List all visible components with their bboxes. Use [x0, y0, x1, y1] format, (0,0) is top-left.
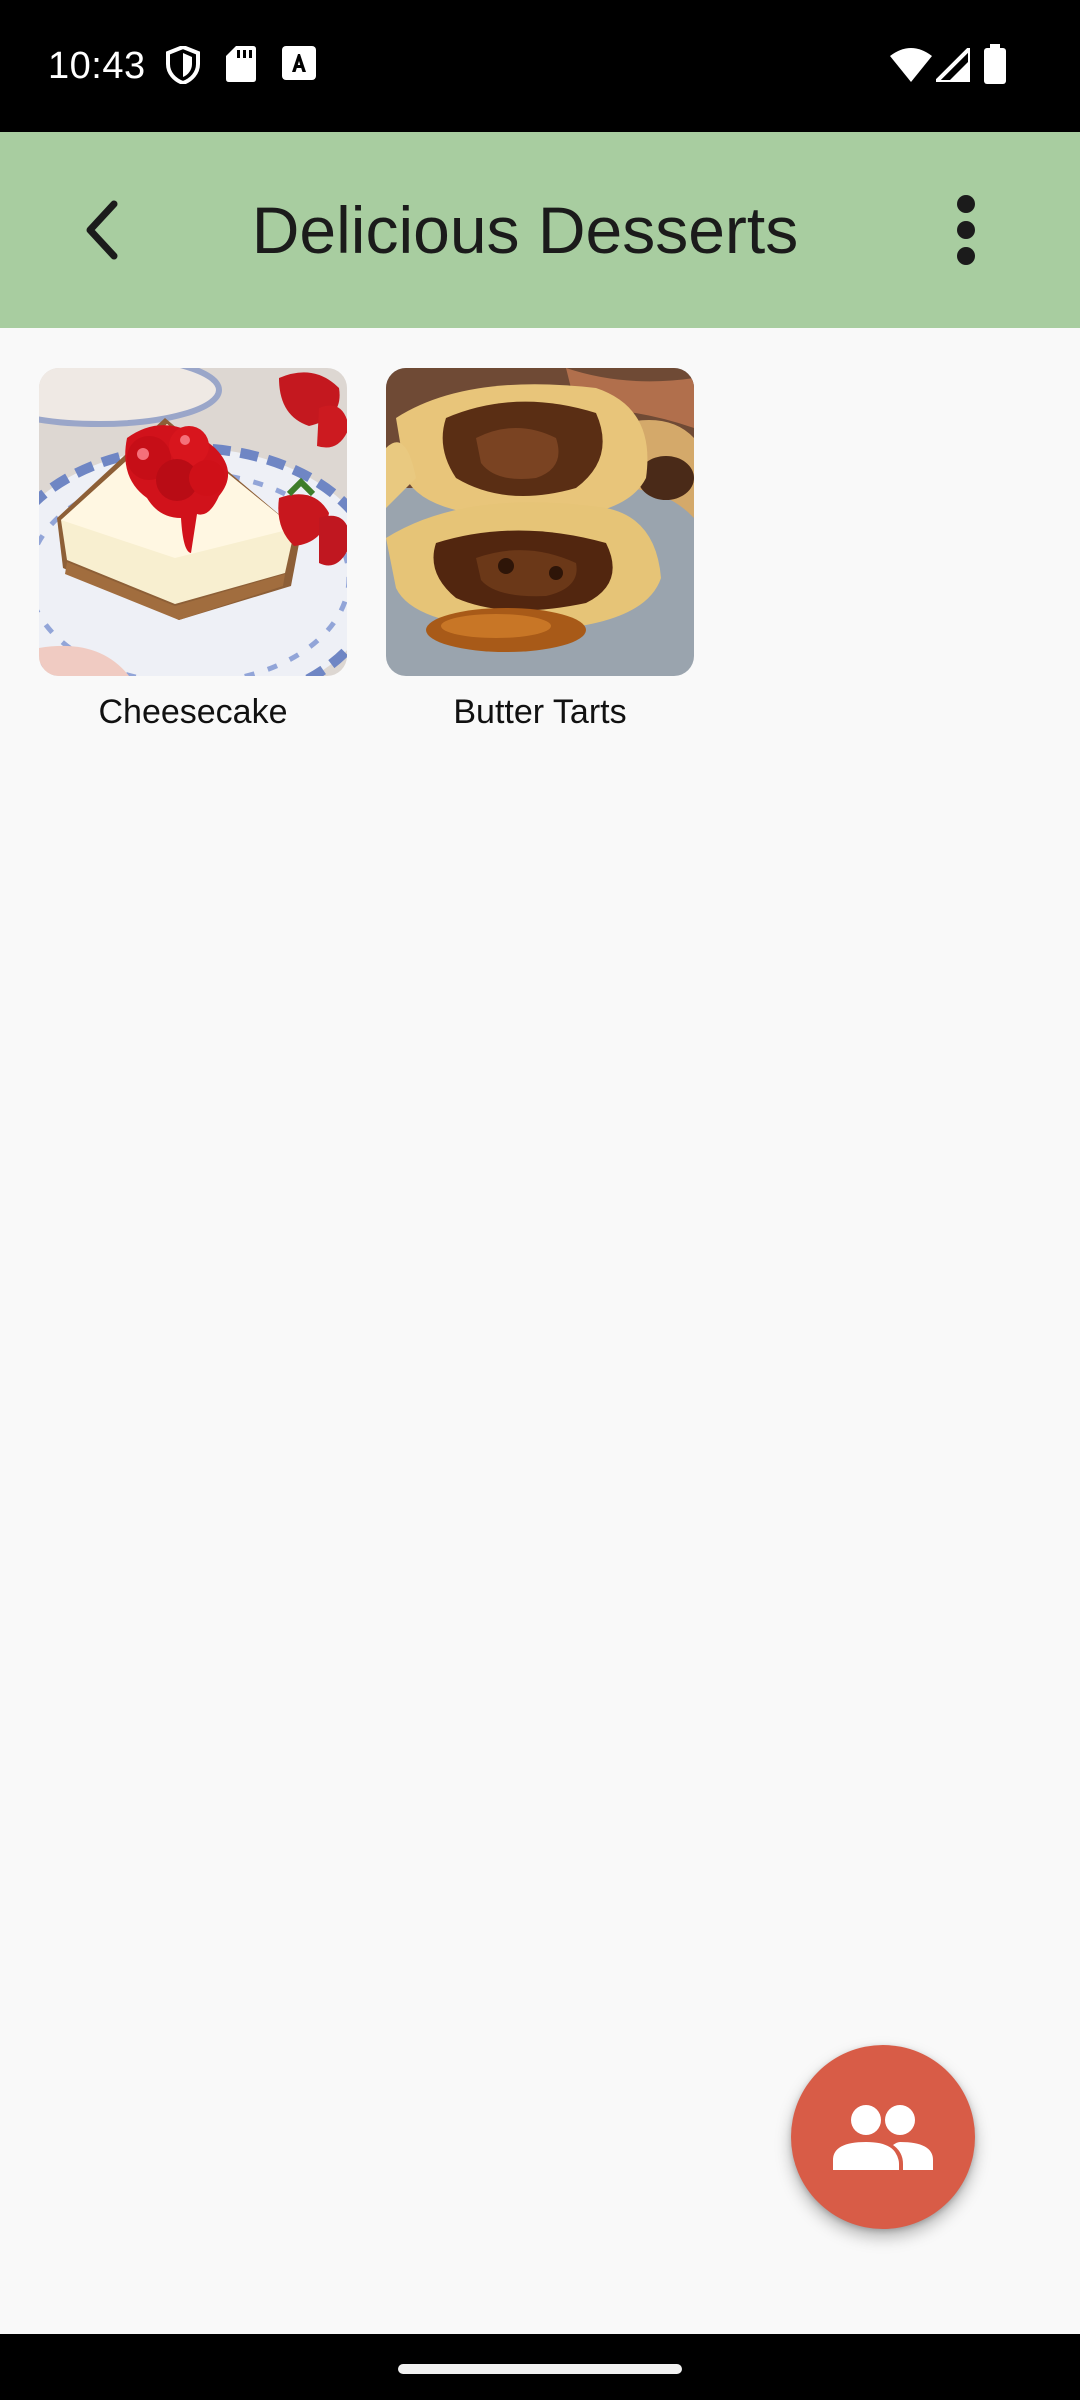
- sd-card-icon: [226, 46, 256, 82]
- dessert-label: Butter Tarts: [453, 693, 627, 731]
- top-app-bar: Delicious Desserts: [0, 132, 1080, 328]
- more-options-button[interactable]: [918, 182, 1014, 278]
- more-vert-icon: [957, 195, 975, 265]
- font-download-icon: [282, 46, 316, 80]
- back-button[interactable]: [54, 182, 150, 278]
- cheesecake-photo: [39, 368, 347, 676]
- group-fab[interactable]: [791, 2045, 975, 2229]
- navigation-bar: [0, 2334, 1080, 2400]
- group-icon: [833, 2105, 933, 2170]
- dessert-card-cheesecake[interactable]: Cheesecake: [39, 368, 347, 731]
- shield-icon: [166, 46, 200, 84]
- signal-icon: [936, 48, 970, 82]
- status-time: 10:43: [48, 45, 146, 87]
- wifi-icon: [890, 48, 932, 82]
- dessert-label: Cheesecake: [98, 693, 288, 731]
- home-gesture-handle[interactable]: [398, 2364, 682, 2374]
- battery-icon: [984, 44, 1006, 84]
- chevron-left-icon: [86, 200, 118, 260]
- status-bar: 10:43: [0, 0, 1080, 132]
- dessert-card-butter-tarts[interactable]: Butter Tarts: [386, 368, 694, 731]
- butter-tarts-photo: [386, 368, 694, 676]
